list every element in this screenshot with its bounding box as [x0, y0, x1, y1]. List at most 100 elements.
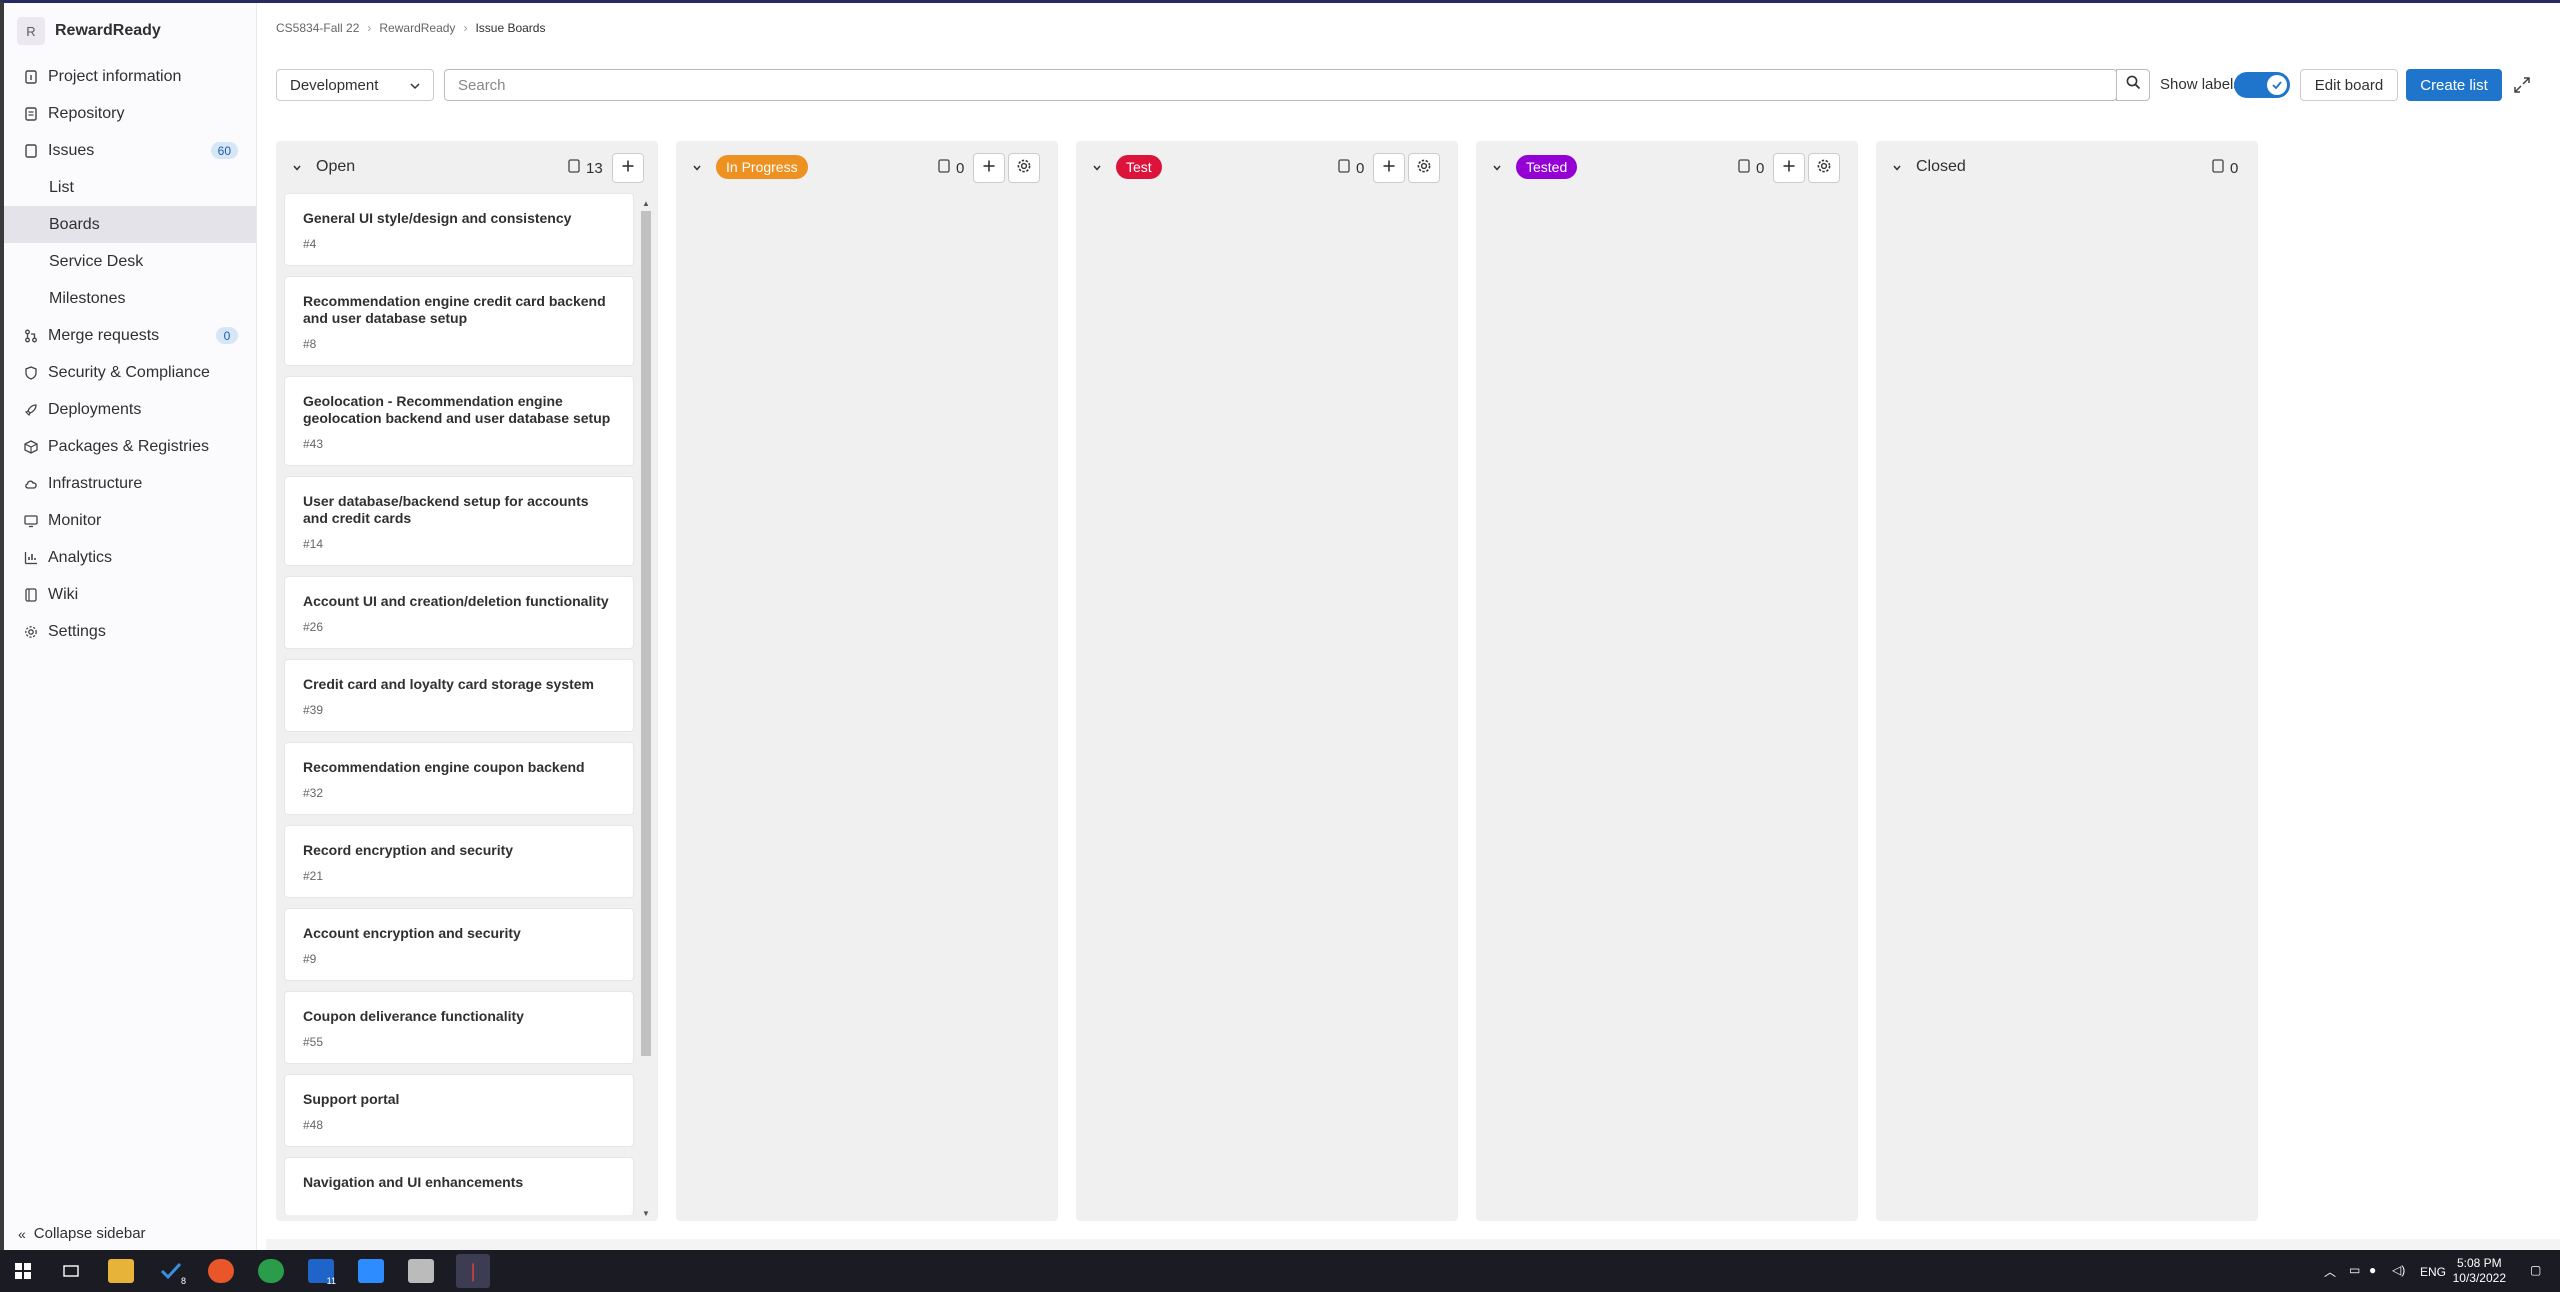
collapse-sidebar-button[interactable]: « Collapse sidebar: [18, 1225, 146, 1242]
chevron-down-icon[interactable]: [1091, 161, 1103, 179]
issue-count: 0: [2212, 159, 2238, 177]
sidebar-item-boards[interactable]: Boards: [4, 206, 256, 243]
breadcrumb-current[interactable]: Issue Boards: [475, 21, 545, 35]
chrome-icon[interactable]: [258, 1259, 284, 1283]
rocket-icon: [24, 403, 38, 417]
board-select-dropdown[interactable]: Development: [276, 69, 434, 101]
app-badge: 11: [326, 1276, 336, 1286]
list-scrollbar[interactable]: ▲ ▼: [640, 199, 652, 1219]
firefox-icon[interactable]: [208, 1259, 234, 1283]
issue-title[interactable]: Coupon deliverance functionality: [303, 1008, 615, 1025]
chevron-down-icon[interactable]: [291, 161, 303, 179]
horizontal-scrollbar[interactable]: [266, 1239, 2560, 1250]
issue-title[interactable]: Recommendation engine credit card backen…: [303, 293, 615, 327]
issues-icon: [1738, 159, 1750, 177]
add-issue-button[interactable]: [1773, 153, 1805, 183]
project-header[interactable]: R RewardReady: [17, 17, 161, 45]
list-settings-button[interactable]: [1808, 153, 1840, 183]
scroll-down-arrow-icon[interactable]: ▼: [641, 1209, 651, 1219]
breadcrumb-project[interactable]: RewardReady: [379, 21, 455, 35]
notifications-icon[interactable]: ▢: [2530, 1263, 2546, 1279]
issue-title[interactable]: Navigation and UI enhancements: [303, 1174, 615, 1191]
issue-card[interactable]: Coupon deliverance functionality #55: [284, 991, 634, 1064]
create-list-button[interactable]: Create list: [2406, 69, 2502, 101]
file-explorer-icon[interactable]: [108, 1259, 134, 1283]
issue-title[interactable]: Account UI and creation/deletion functio…: [303, 593, 615, 610]
issue-count-value: 13: [586, 159, 603, 177]
sidebar-item-analytics[interactable]: Analytics: [4, 539, 256, 576]
issue-title[interactable]: Credit card and loyalty card storage sys…: [303, 676, 615, 693]
sidebar-item-packages-registries[interactable]: Packages & Registries: [4, 428, 256, 465]
board-list-in-progress: In Progress 0: [676, 141, 1058, 1221]
issue-card[interactable]: Record encryption and security #21: [284, 825, 634, 898]
sidebar-item-milestones[interactable]: Milestones: [4, 280, 256, 317]
chevron-down-icon[interactable]: [1491, 161, 1503, 179]
scroll-up-arrow-icon[interactable]: ▲: [641, 199, 651, 209]
issue-title[interactable]: User database/backend setup for accounts…: [303, 493, 615, 527]
sidebar-item-service-desk[interactable]: Service Desk: [4, 243, 256, 280]
issue-number: #9: [303, 952, 317, 966]
sidebar-item-security-compliance[interactable]: Security & Compliance: [4, 354, 256, 391]
add-issue-button[interactable]: [612, 153, 644, 183]
sidebar-item-project-information[interactable]: Project information: [4, 58, 256, 95]
add-issue-button[interactable]: [973, 153, 1005, 183]
sidebar-item-merge-requests[interactable]: Merge requests 0: [4, 317, 256, 354]
issue-title[interactable]: Geolocation - Recommendation engine geol…: [303, 393, 615, 427]
sidebar-item-wiki[interactable]: Wiki: [4, 576, 256, 613]
project-avatar: R: [17, 17, 45, 45]
sidebar-item-deployments[interactable]: Deployments: [4, 391, 256, 428]
issue-card[interactable]: Account UI and creation/deletion functio…: [284, 576, 634, 649]
chevron-up-icon[interactable]: ︿: [2324, 1263, 2340, 1279]
windows-start-icon[interactable]: [10, 1259, 36, 1283]
issue-title[interactable]: Support portal: [303, 1091, 615, 1108]
sidebar-item-infrastructure[interactable]: Infrastructure: [4, 465, 256, 502]
add-issue-button[interactable]: [1373, 153, 1405, 183]
list-settings-button[interactable]: [1408, 153, 1440, 183]
show-labels-toggle[interactable]: [2234, 72, 2290, 98]
volume-icon[interactable]: ◁): [2392, 1263, 2408, 1279]
sidebar-item-label: Analytics: [48, 548, 113, 566]
sidebar-item-list[interactable]: List: [4, 169, 256, 206]
sidebar-item-repository[interactable]: Repository: [4, 95, 256, 132]
issue-card[interactable]: User database/backend setup for accounts…: [284, 476, 634, 566]
search-input[interactable]: Search: [444, 69, 2117, 101]
clock[interactable]: 5:08 PM 10/3/2022: [2453, 1256, 2506, 1286]
issue-card[interactable]: Navigation and UI enhancements: [284, 1157, 634, 1215]
sidebar-item-issues[interactable]: Issues 60: [4, 132, 256, 169]
sidebar-item-settings[interactable]: Settings: [4, 613, 256, 650]
app-icon[interactable]: [408, 1259, 434, 1283]
scrollbar-thumb[interactable]: [641, 211, 651, 1056]
chevron-down-icon[interactable]: [1891, 161, 1903, 179]
chevron-down-icon[interactable]: [691, 161, 703, 179]
list-header: Tested 0: [1476, 141, 1858, 195]
shield-icon: [24, 365, 38, 380]
sidebar-item-monitor[interactable]: Monitor: [4, 502, 256, 539]
list-settings-button[interactable]: [1008, 153, 1040, 183]
document-app-icon[interactable]: 11: [308, 1259, 336, 1286]
search-button[interactable]: [2116, 69, 2150, 101]
issue-card[interactable]: Recommendation engine coupon backend #32: [284, 742, 634, 815]
microphone-icon[interactable]: ●: [2369, 1263, 2385, 1279]
edit-board-button[interactable]: Edit board: [2300, 69, 2398, 101]
issue-title[interactable]: General UI style/design and consistency: [303, 210, 615, 227]
issue-title[interactable]: Recommendation engine coupon backend: [303, 759, 615, 776]
issue-card[interactable]: Support portal #48: [284, 1074, 634, 1147]
issue-card[interactable]: Account encryption and security #9: [284, 908, 634, 981]
board-list-closed: Closed 0: [1876, 141, 2258, 1221]
issue-card[interactable]: General UI style/design and consistency #…: [284, 193, 634, 266]
issue-card[interactable]: Geolocation - Recommendation engine geol…: [284, 376, 634, 466]
network-icon[interactable]: ▭: [2349, 1263, 2365, 1279]
expand-fullscreen-icon[interactable]: [2512, 75, 2532, 95]
issue-card[interactable]: Credit card and loyalty card storage sys…: [284, 659, 634, 732]
sidebar-item-label: Packages & Registries: [48, 437, 209, 455]
breadcrumb-group[interactable]: CS5834-Fall 22: [276, 21, 359, 35]
issue-card[interactable]: Recommendation engine credit card backen…: [284, 276, 634, 366]
todo-app-icon[interactable]: 8: [158, 1259, 186, 1286]
zoom-icon[interactable]: [358, 1259, 384, 1283]
issue-title[interactable]: Record encryption and security: [303, 842, 615, 859]
active-app-icon[interactable]: ❘: [456, 1254, 490, 1288]
language-indicator[interactable]: ENG: [2420, 1265, 2446, 1279]
list-label-pill: In Progress: [716, 155, 808, 179]
issue-title[interactable]: Account encryption and security: [303, 925, 615, 942]
task-view-icon[interactable]: [58, 1259, 84, 1283]
